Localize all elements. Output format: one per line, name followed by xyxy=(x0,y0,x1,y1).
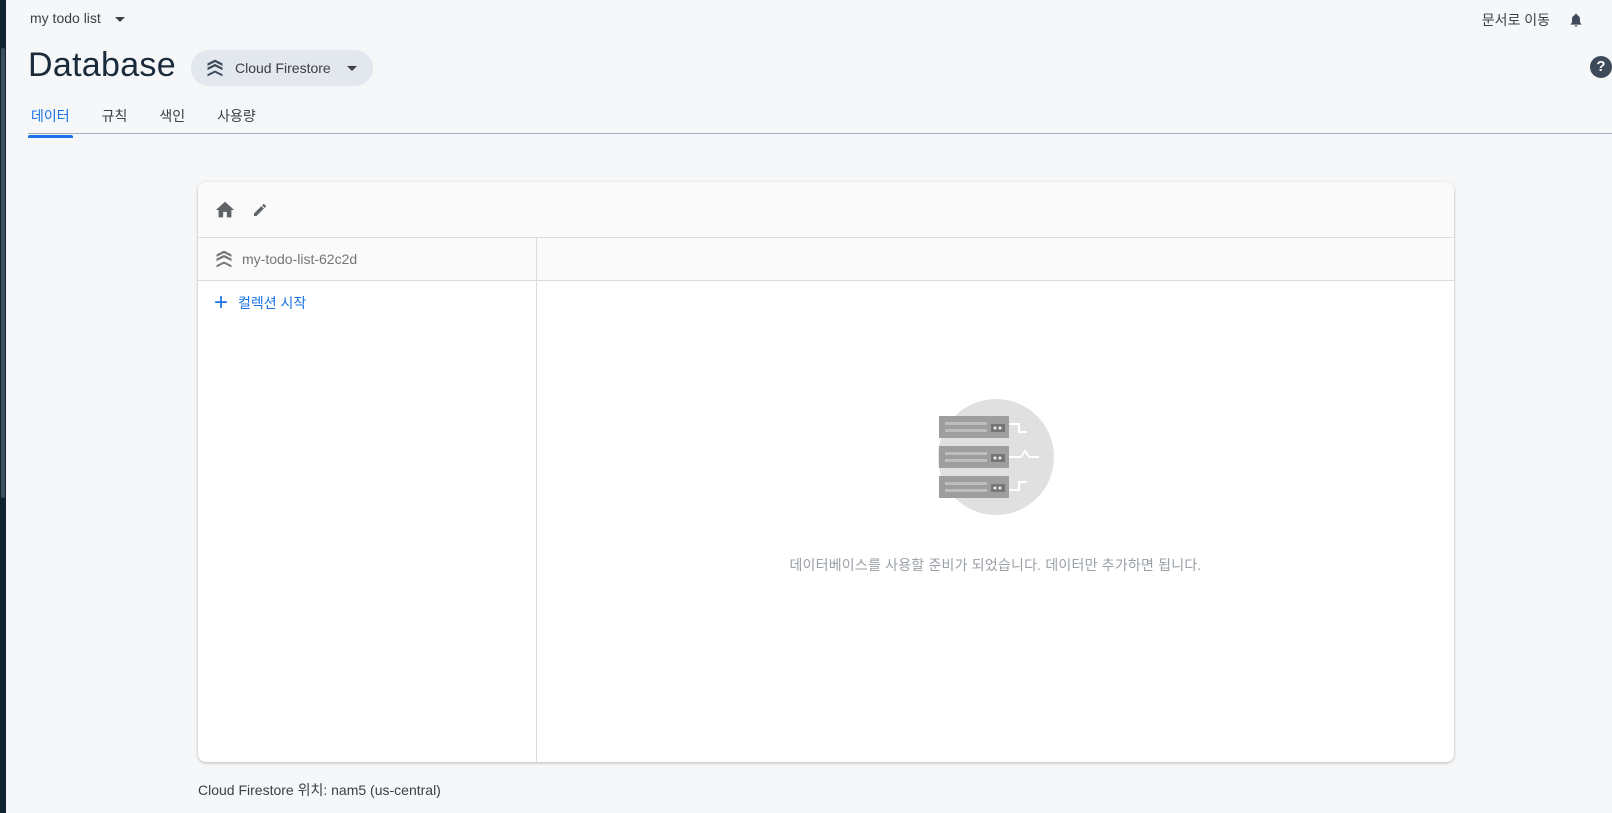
tab-bar: 데이터 규칙 색인 사용량 xyxy=(28,98,285,138)
home-icon[interactable] xyxy=(214,199,236,221)
root-path-label: my-todo-list-62c2d xyxy=(242,251,358,267)
firestore-icon xyxy=(207,59,223,77)
tabs-divider xyxy=(28,133,1612,134)
detail-header xyxy=(537,238,1454,281)
product-name: Cloud Firestore xyxy=(235,60,331,76)
server-illustration xyxy=(937,399,1054,515)
bell-icon[interactable] xyxy=(1568,11,1584,29)
edit-icon[interactable] xyxy=(252,202,268,218)
root-path-header[interactable]: my-todo-list-62c2d xyxy=(198,238,536,281)
tab-indexes[interactable]: 색인 xyxy=(156,98,188,138)
detail-column: 데이터베이스를 사용할 준비가 되었습니다. 데이터만 추가하면 됩니다. xyxy=(537,238,1454,762)
project-selector[interactable]: my todo list xyxy=(30,10,125,26)
firestore-location: Cloud Firestore 위치: nam5 (us-central) xyxy=(198,782,441,798)
empty-message: 데이터베이스를 사용할 준비가 되었습니다. 데이터만 추가하면 됩니다. xyxy=(789,557,1202,573)
empty-state: 데이터베이스를 사용할 준비가 되었습니다. 데이터만 추가하면 됩니다. xyxy=(537,398,1454,575)
panel-body: my-todo-list-62c2d + 컬렉션 시작 데이터베이스를 사용할 … xyxy=(198,238,1454,762)
project-name: my todo list xyxy=(30,10,101,26)
product-selector[interactable]: Cloud Firestore xyxy=(191,50,373,86)
help-icon[interactable]: ? xyxy=(1590,56,1612,78)
top-right-actions: 문서로 이동 xyxy=(1482,10,1584,30)
tab-data[interactable]: 데이터 xyxy=(28,98,73,138)
tab-rules[interactable]: 규칙 xyxy=(99,98,131,138)
page-title: Database xyxy=(28,46,176,84)
plus-icon: + xyxy=(214,289,229,316)
scrollbar-thumb[interactable] xyxy=(1,48,5,498)
tab-usage[interactable]: 사용량 xyxy=(214,98,259,138)
docs-link[interactable]: 문서로 이동 xyxy=(1482,10,1550,30)
chevron-down-icon xyxy=(346,65,357,71)
start-collection-button[interactable]: + 컬렉션 시작 xyxy=(198,281,536,325)
data-panel: my-todo-list-62c2d + 컬렉션 시작 데이터베이스를 사용할 … xyxy=(198,182,1454,762)
panel-toolbar xyxy=(198,182,1454,238)
start-collection-label: 컬렉션 시작 xyxy=(238,295,307,311)
root-column: my-todo-list-62c2d + 컬렉션 시작 xyxy=(198,238,537,762)
firestore-icon xyxy=(216,250,232,268)
left-scrollbar[interactable] xyxy=(0,0,6,813)
chevron-down-icon xyxy=(114,16,125,22)
